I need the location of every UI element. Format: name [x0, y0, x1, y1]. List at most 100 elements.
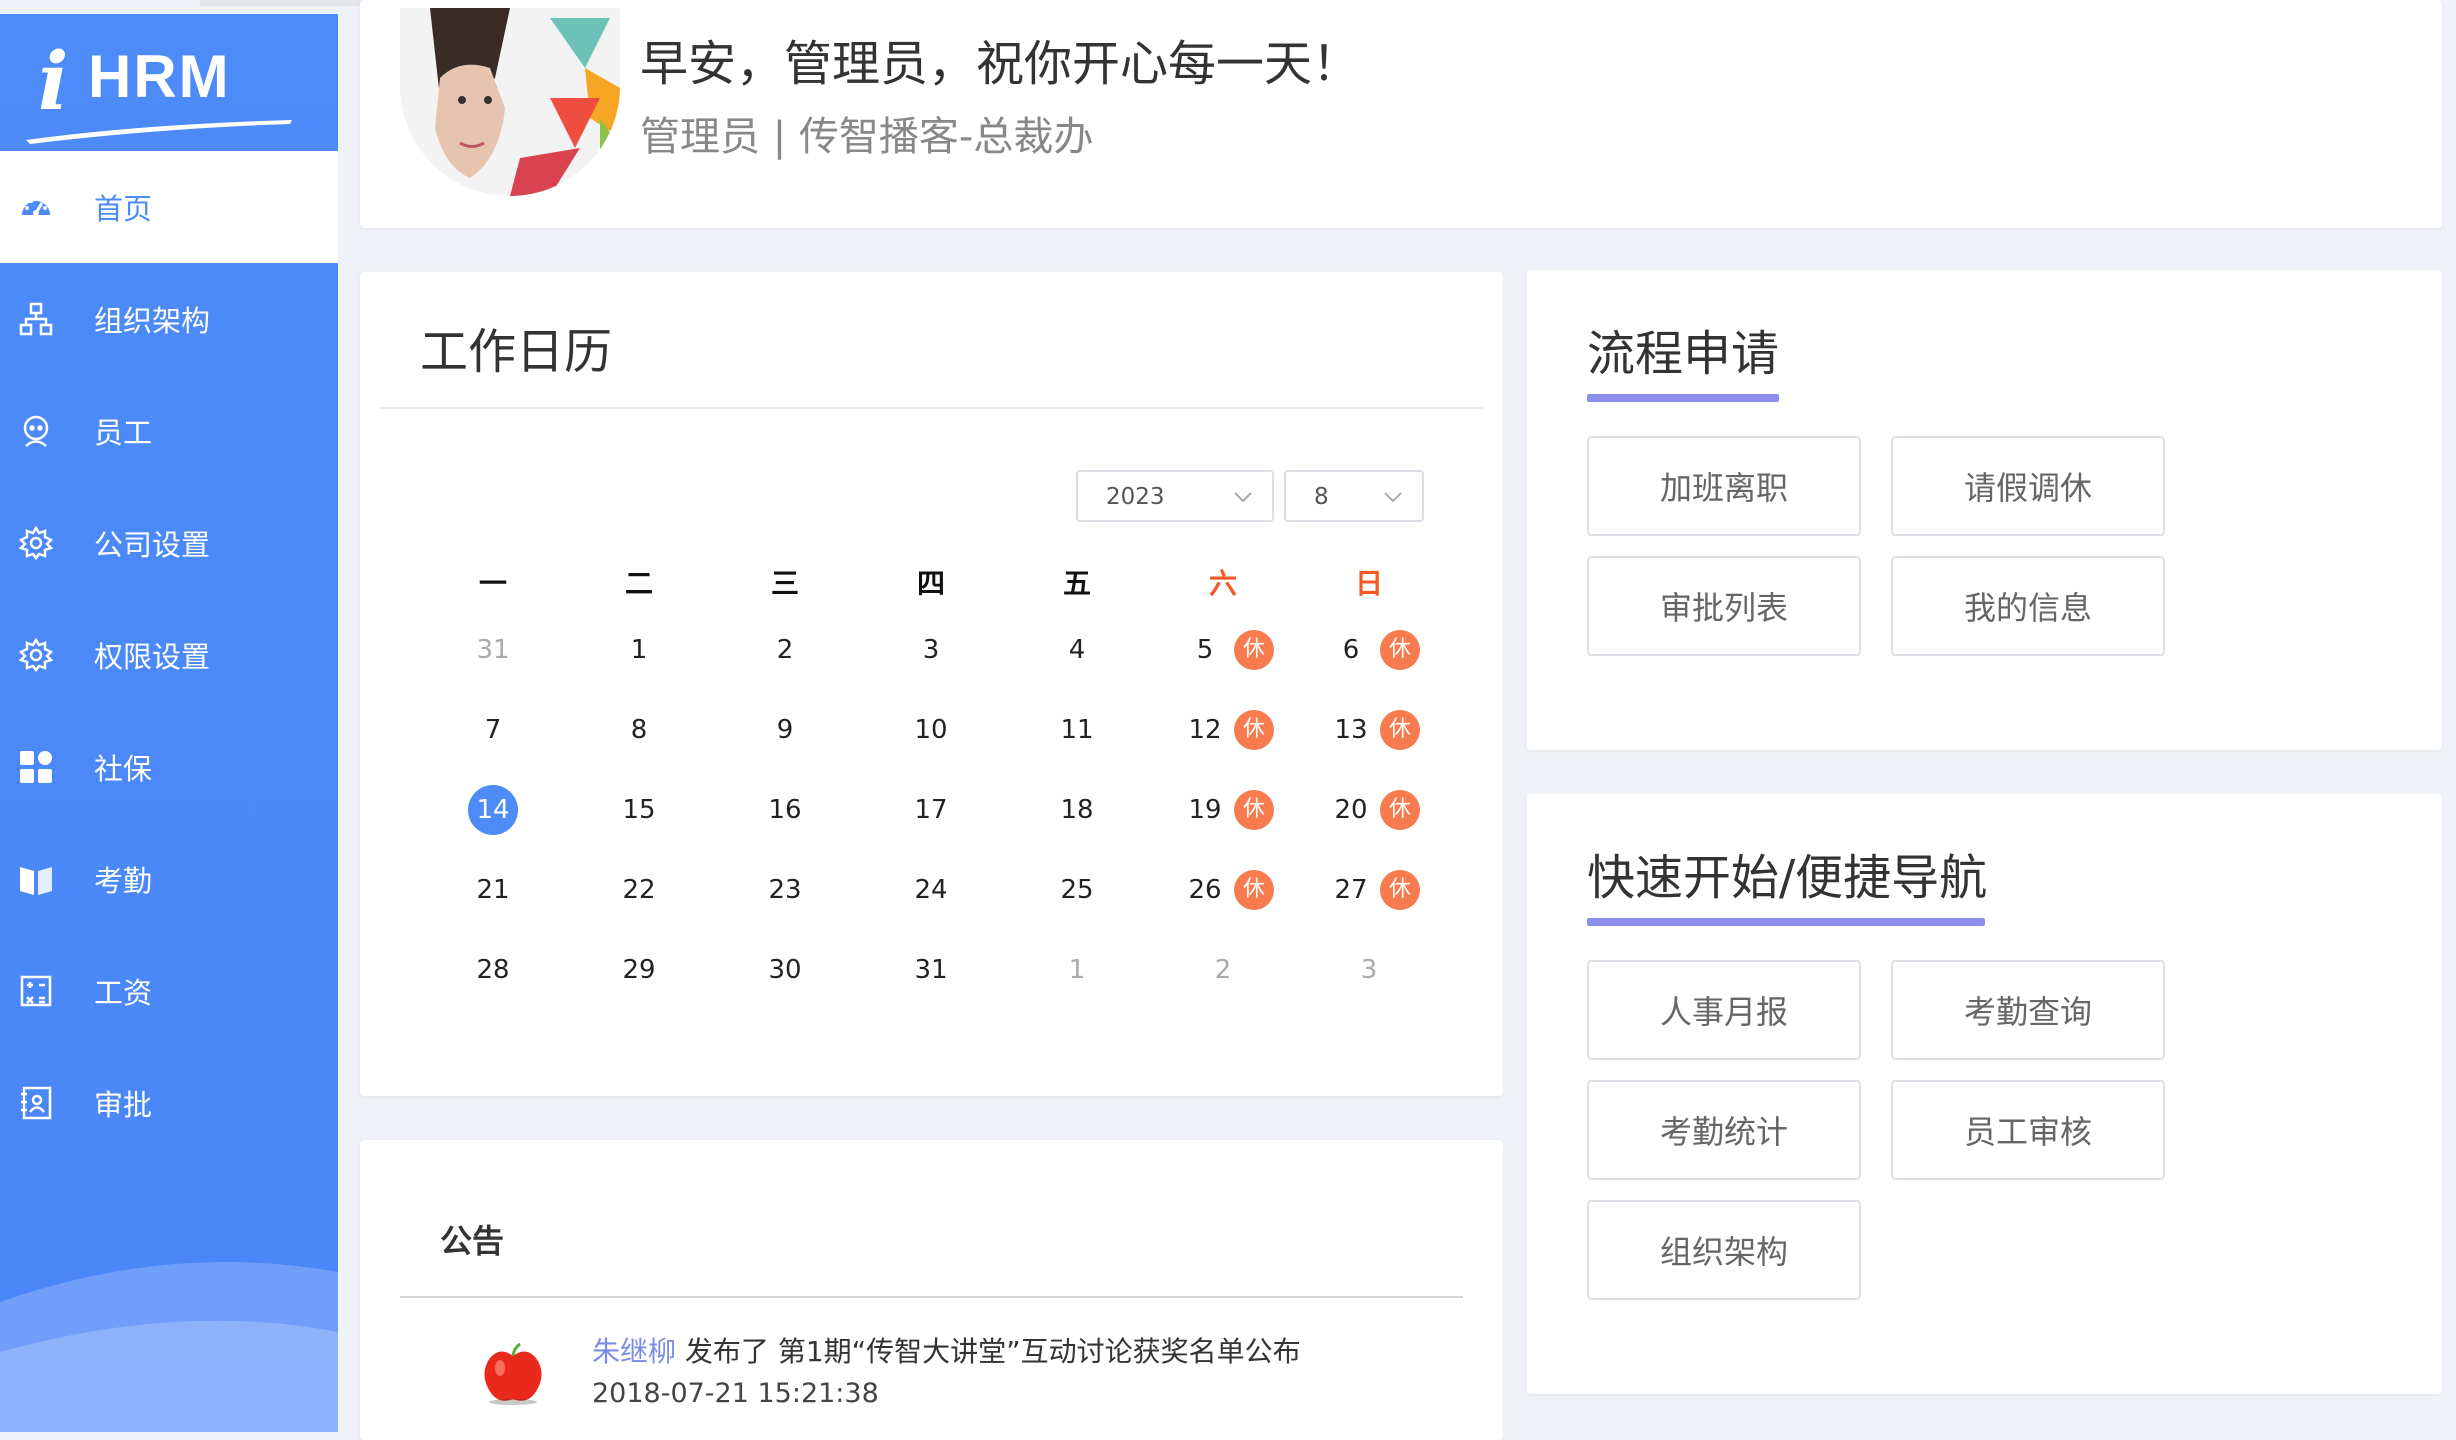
greeting-subtitle: 管理员 | 传智播客-总裁办: [640, 114, 1094, 160]
my-info-button[interactable]: 我的信息: [1891, 556, 2165, 656]
rest-badge: 休: [1234, 790, 1274, 830]
chevron-down-icon: [1384, 492, 1402, 503]
app-logo[interactable]: i HRM: [0, 14, 338, 151]
calendar-day[interactable]: 2: [712, 620, 858, 680]
sidebar-item-label: 员工: [94, 416, 153, 450]
calendar-day[interactable]: 25: [1004, 860, 1150, 920]
month-select[interactable]: 8: [1284, 470, 1424, 522]
calendar-day-today[interactable]: 14: [420, 780, 566, 840]
calendar-day[interactable]: 6休: [1296, 620, 1442, 680]
sidebar-item-company-settings[interactable]: 公司设置: [0, 487, 338, 599]
announcement-text: 发布了 第1期“传智大讲堂”互动讨论获奖名单公布: [676, 1335, 1301, 1368]
org-chart-icon: [18, 301, 54, 337]
rest-badge: 休: [1234, 870, 1274, 910]
divider: [380, 407, 1483, 409]
attendance-query-button[interactable]: 考勤查询: [1891, 960, 2165, 1060]
calendar-day[interactable]: 4: [1004, 620, 1150, 680]
rest-badge: 休: [1234, 710, 1274, 750]
sidebar-menu: 首页 组织架构 员工 公司设置 权限设置 社保 考勤 工资 审批: [0, 151, 338, 1159]
calendar-day[interactable]: 8: [566, 700, 712, 760]
calendar-day[interactable]: 26 休: [1150, 860, 1296, 920]
calendar-day[interactable]: 3: [858, 620, 1004, 680]
sidebar-item-home[interactable]: 首页: [0, 151, 338, 263]
announcement-item[interactable]: 朱继柳 发布了 第1期“传智大讲堂”互动讨论获奖名单公布: [592, 1330, 1301, 1370]
employee-review-button[interactable]: 员工审核: [1891, 1080, 2165, 1180]
process-title: 流程申请: [1587, 326, 1780, 382]
logo-text: HRM: [88, 43, 231, 110]
weekday-label: 一: [478, 567, 507, 600]
dashboard-icon: [18, 189, 54, 225]
weekday-header: 一 二 三 四 五 六 日: [420, 562, 1420, 622]
approval-list-button[interactable]: 审批列表: [1587, 556, 1861, 656]
sidebar-item-label: 社保: [94, 752, 153, 786]
sidebar-item-approval[interactable]: 审批: [0, 1047, 338, 1159]
calendar-day[interactable]: 18: [1004, 780, 1150, 840]
weekday-label: 六: [1208, 567, 1237, 600]
approval-icon: [18, 1085, 54, 1121]
calendar-day[interactable]: 28: [420, 940, 566, 1000]
calendar-week: 21 22 23 24 25 26 休 27 休: [420, 860, 1420, 920]
work-calendar-card: 工作日历 2023 8 一 二 三 四 五 六 日 31 1 2 3 4 5休 …: [360, 272, 1503, 1096]
logo-i: i: [38, 34, 69, 128]
rest-badge: 休: [1380, 790, 1420, 830]
calendar-day[interactable]: 31: [420, 620, 566, 680]
calendar-day[interactable]: 27 休: [1296, 860, 1442, 920]
weekday-label: 五: [1062, 567, 1091, 600]
calendar-week: 31 1 2 3 4 5休 6休: [420, 620, 1420, 680]
calendar-day[interactable]: 3: [1296, 940, 1442, 1000]
calendar-day[interactable]: 17: [858, 780, 1004, 840]
grid-icon: [18, 749, 54, 785]
calendar-week: 28 29 30 31 1 2 3: [420, 940, 1420, 1000]
chevron-down-icon: [1234, 492, 1252, 503]
year-select[interactable]: 2023: [1076, 470, 1274, 522]
calendar-day[interactable]: 21: [420, 860, 566, 920]
weekday-label: 三: [770, 567, 799, 600]
calendar-day[interactable]: 10: [858, 700, 1004, 760]
calendar-day[interactable]: 9: [712, 700, 858, 760]
sidebar-item-attendance[interactable]: 考勤: [0, 823, 338, 935]
calendar-day[interactable]: 20 休: [1296, 780, 1442, 840]
calendar-day[interactable]: 1: [1004, 940, 1150, 1000]
sidebar-item-label: 首页: [94, 192, 153, 226]
calendar-day[interactable]: 7: [420, 700, 566, 760]
org-structure-button[interactable]: 组织架构: [1587, 1200, 1861, 1300]
announcement-author[interactable]: 朱继柳: [592, 1335, 676, 1368]
apple-icon: [484, 1342, 542, 1405]
overtime-resign-button[interactable]: 加班离职: [1587, 436, 1861, 536]
sidebar-item-label: 工资: [94, 976, 153, 1010]
calendar-day[interactable]: 13 休: [1296, 700, 1442, 760]
calendar-day[interactable]: 23: [712, 860, 858, 920]
calculator-icon: [18, 973, 54, 1009]
attendance-stats-button[interactable]: 考勤统计: [1587, 1080, 1861, 1180]
calendar-day[interactable]: 30: [712, 940, 858, 1000]
gear-icon: [18, 525, 54, 561]
calendar-week: 14 15 16 17 18 19 休 20 休: [420, 780, 1420, 840]
logo-swoosh: [26, 120, 292, 144]
weekday-label: 四: [916, 567, 945, 600]
hr-monthly-report-button[interactable]: 人事月报: [1587, 960, 1861, 1060]
calendar-day[interactable]: 11: [1004, 700, 1150, 760]
calendar-day[interactable]: 19 休: [1150, 780, 1296, 840]
calendar-day[interactable]: 29: [566, 940, 712, 1000]
sidebar-item-permission-settings[interactable]: 权限设置: [0, 599, 338, 711]
calendar-day[interactable]: 2: [1150, 940, 1296, 1000]
sidebar-item-social-security[interactable]: 社保: [0, 711, 338, 823]
calendar-day[interactable]: 12 休: [1150, 700, 1296, 760]
title-underline: [1587, 394, 1779, 402]
calendar-day[interactable]: 24: [858, 860, 1004, 920]
sidebar-item-label: 权限设置: [94, 640, 211, 674]
calendar-day[interactable]: 1: [566, 620, 712, 680]
calendar-day[interactable]: 31: [858, 940, 1004, 1000]
calendar-week: 7 8 9 10 11 12 休 13 休: [420, 700, 1420, 760]
sidebar-item-org[interactable]: 组织架构: [0, 263, 338, 375]
sidebar-item-salary[interactable]: 工资: [0, 935, 338, 1047]
calendar-day[interactable]: 16: [712, 780, 858, 840]
calendar-day[interactable]: 22: [566, 860, 712, 920]
greeting-title: 早安，管理员，祝你开心每一天！: [640, 36, 1361, 92]
sidebar-item-label: 审批: [94, 1088, 153, 1122]
calendar-day[interactable]: 5休: [1150, 620, 1296, 680]
sidebar-item-employee[interactable]: 员工: [0, 375, 338, 487]
calendar-day[interactable]: 15: [566, 780, 712, 840]
avatar[interactable]: [400, 8, 620, 196]
leave-request-button[interactable]: 请假调休: [1891, 436, 2165, 536]
